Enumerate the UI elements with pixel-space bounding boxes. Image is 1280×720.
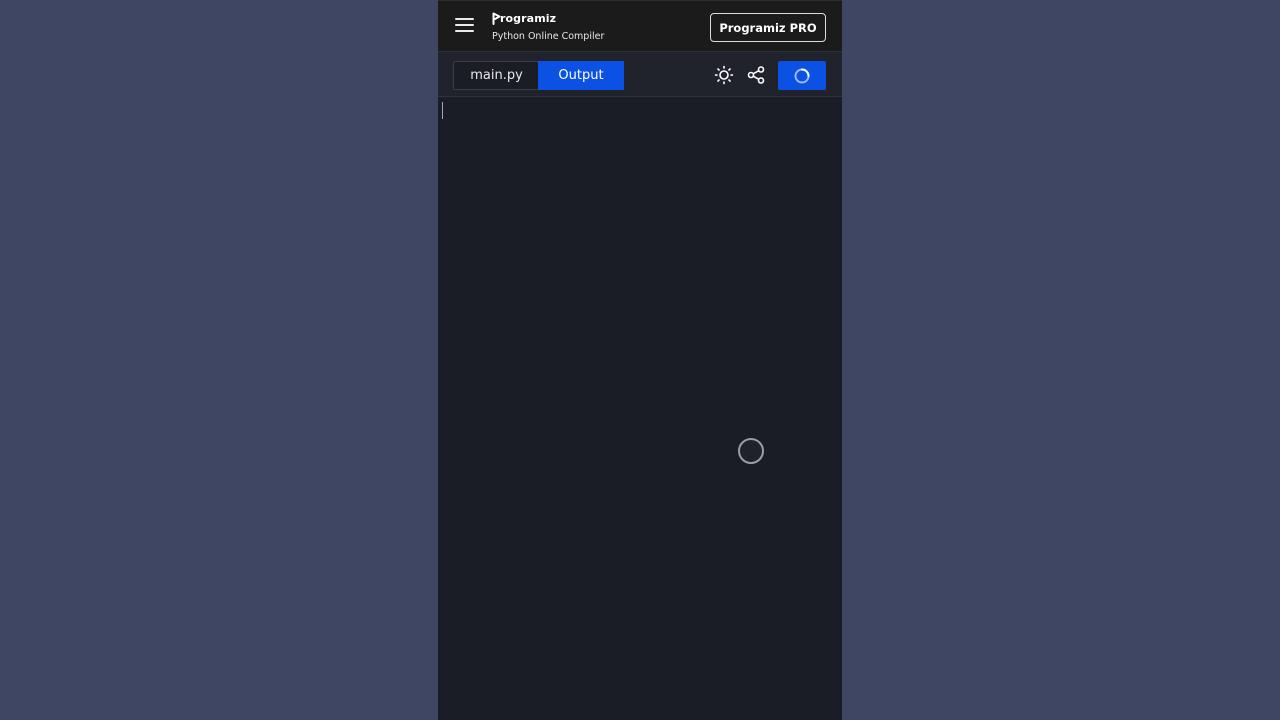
top-header: rogramiz Python Online Compiler Programi… xyxy=(438,0,842,51)
run-button[interactable] xyxy=(778,61,826,90)
tab-main-py[interactable]: main.py xyxy=(453,61,539,90)
logo-text: rogramiz xyxy=(500,12,557,25)
text-caret xyxy=(442,102,443,119)
programiz-pro-button[interactable]: Programiz PRO xyxy=(710,13,826,42)
touch-indicator-icon xyxy=(738,438,764,464)
sun-icon[interactable] xyxy=(714,65,734,85)
page-subtitle: Python Online Compiler xyxy=(492,31,605,42)
share-icon[interactable] xyxy=(746,65,766,85)
app-window: rogramiz Python Online Compiler Programi… xyxy=(438,0,842,720)
tab-output[interactable]: Output xyxy=(538,61,624,90)
output-console[interactable] xyxy=(438,97,842,720)
editor-toolbar: main.py Output xyxy=(438,51,842,97)
programiz-logo[interactable]: rogramiz xyxy=(492,9,556,25)
menu-icon[interactable] xyxy=(455,18,474,32)
loading-spinner-icon xyxy=(794,68,810,83)
